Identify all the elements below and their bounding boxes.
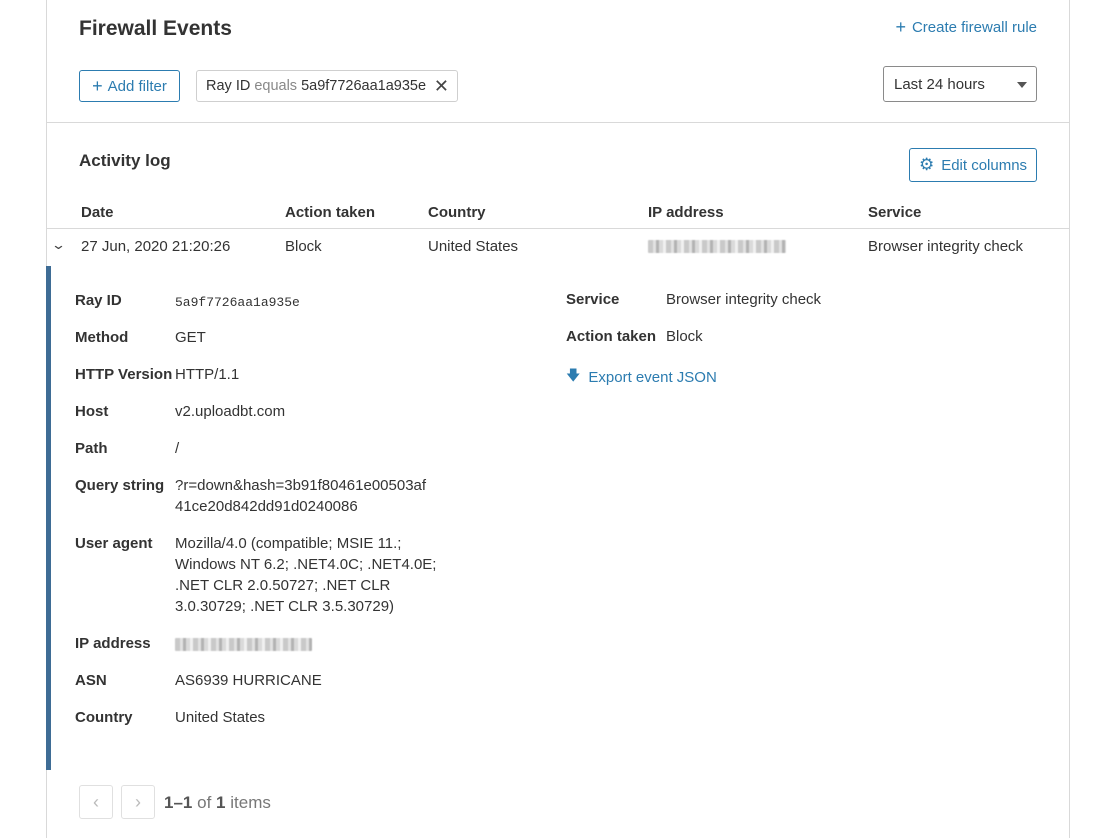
path-value: / — [175, 440, 180, 457]
user-agent-line-1: Mozilla/4.0 (compatible; MSIE 11.; — [175, 535, 402, 552]
create-firewall-rule-label: Create firewall rule — [911, 18, 1037, 36]
pagination-total: 1 — [216, 793, 226, 812]
host-label: Host — [75, 403, 109, 420]
user-agent-line-3: .NET CLR 2.0.50727; .NET CLR — [175, 577, 391, 594]
user-agent-line-4: 3.0.30729; .NET CLR 3.5.30729) — [175, 598, 395, 615]
filter-chip-value: 5a9f7726aa1a935e — [301, 78, 427, 94]
export-event-json-label: Export event JSON — [588, 368, 717, 386]
plus-icon: + — [92, 76, 103, 96]
action-taken-label: Action taken — [566, 328, 657, 345]
filter-chip[interactable]: Ray ID equals 5a9f7726aa1a935e ✕ — [196, 70, 458, 102]
http-version-value: HTTP/1.1 — [175, 366, 240, 383]
gear-icon: ⚙ — [918, 155, 935, 174]
caret-down-icon — [1017, 82, 1027, 88]
host-value: v2.uploadbt.com — [175, 403, 286, 420]
query-string-line-2: 41ce20d842dd91d0240086 — [175, 498, 358, 515]
asn-value: AS6939 HURRICANE — [175, 672, 322, 689]
row-action: Block — [285, 238, 322, 255]
time-range-select[interactable]: Last 24 hours — [883, 66, 1037, 102]
row-date: 27 Jun, 2020 21:20:26 — [81, 238, 231, 255]
method-value: GET — [175, 329, 206, 346]
column-header-date[interactable]: Date — [81, 204, 114, 221]
asn-label: ASN — [75, 672, 107, 689]
ip-address-redacted — [175, 638, 312, 651]
http-version-label: HTTP Version — [75, 366, 173, 383]
country-label: Country — [75, 709, 133, 726]
row-country: United States — [428, 238, 519, 255]
path-label: Path — [75, 440, 108, 457]
pagination-of: of — [197, 793, 212, 812]
user-agent-label: User agent — [75, 535, 153, 552]
plus-icon: + — [895, 17, 906, 37]
time-range-value: Last 24 hours — [894, 75, 985, 93]
edit-columns-button[interactable]: ⚙ Edit columns — [909, 148, 1037, 182]
edit-columns-label: Edit columns — [941, 156, 1028, 174]
row-service: Browser integrity check — [868, 238, 1024, 255]
query-string-label: Query string — [75, 477, 165, 494]
page-title: Firewall Events — [79, 17, 232, 40]
ray-id-value: 5a9f7726aa1a935e — [175, 295, 300, 310]
create-firewall-rule-link[interactable]: + Create firewall rule — [895, 18, 1037, 36]
next-page-button[interactable]: › — [121, 785, 155, 819]
details-accent-bar — [46, 266, 51, 770]
download-arrow-icon: 🡇 — [566, 367, 581, 383]
add-filter-button[interactable]: + Add filter — [79, 70, 180, 102]
filter-chip-field: Ray ID — [206, 78, 251, 94]
user-agent-line-2: Windows NT 6.2; .NET4.0C; .NET4.0E; — [175, 556, 437, 573]
ip-address-label: IP address — [75, 635, 151, 652]
table-header-divider — [46, 228, 1070, 229]
pagination-summary: 1–1 of 1 items — [164, 793, 271, 813]
service-value: Browser integrity check — [666, 291, 822, 308]
action-taken-value: Block — [666, 328, 703, 345]
column-header-country[interactable]: Country — [428, 204, 486, 221]
query-string-line-1: ?r=down&hash=3b91f80461e00503af — [175, 477, 427, 494]
row-ip-redacted — [648, 240, 786, 253]
method-label: Method — [75, 329, 129, 346]
column-header-ip[interactable]: IP address — [648, 204, 724, 221]
column-header-action[interactable]: Action taken — [285, 204, 375, 221]
column-header-service[interactable]: Service — [868, 204, 921, 221]
country-value: United States — [175, 709, 266, 726]
pagination-items: items — [230, 793, 271, 812]
remove-filter-icon[interactable]: ✕ — [434, 76, 449, 97]
pagination-range: 1–1 — [164, 793, 193, 812]
filter-chip-operator: equals — [254, 78, 298, 94]
chevron-down-icon[interactable]: ⌄ — [51, 237, 66, 253]
section-divider — [46, 122, 1070, 123]
previous-page-button[interactable]: ‹ — [79, 785, 113, 819]
ray-id-label: Ray ID — [75, 292, 122, 309]
export-event-json-link[interactable]: 🡇 Export event JSON — [566, 365, 717, 389]
add-filter-label: Add filter — [107, 77, 167, 95]
service-label: Service — [566, 291, 620, 308]
activity-log-title: Activity log — [79, 151, 171, 170]
